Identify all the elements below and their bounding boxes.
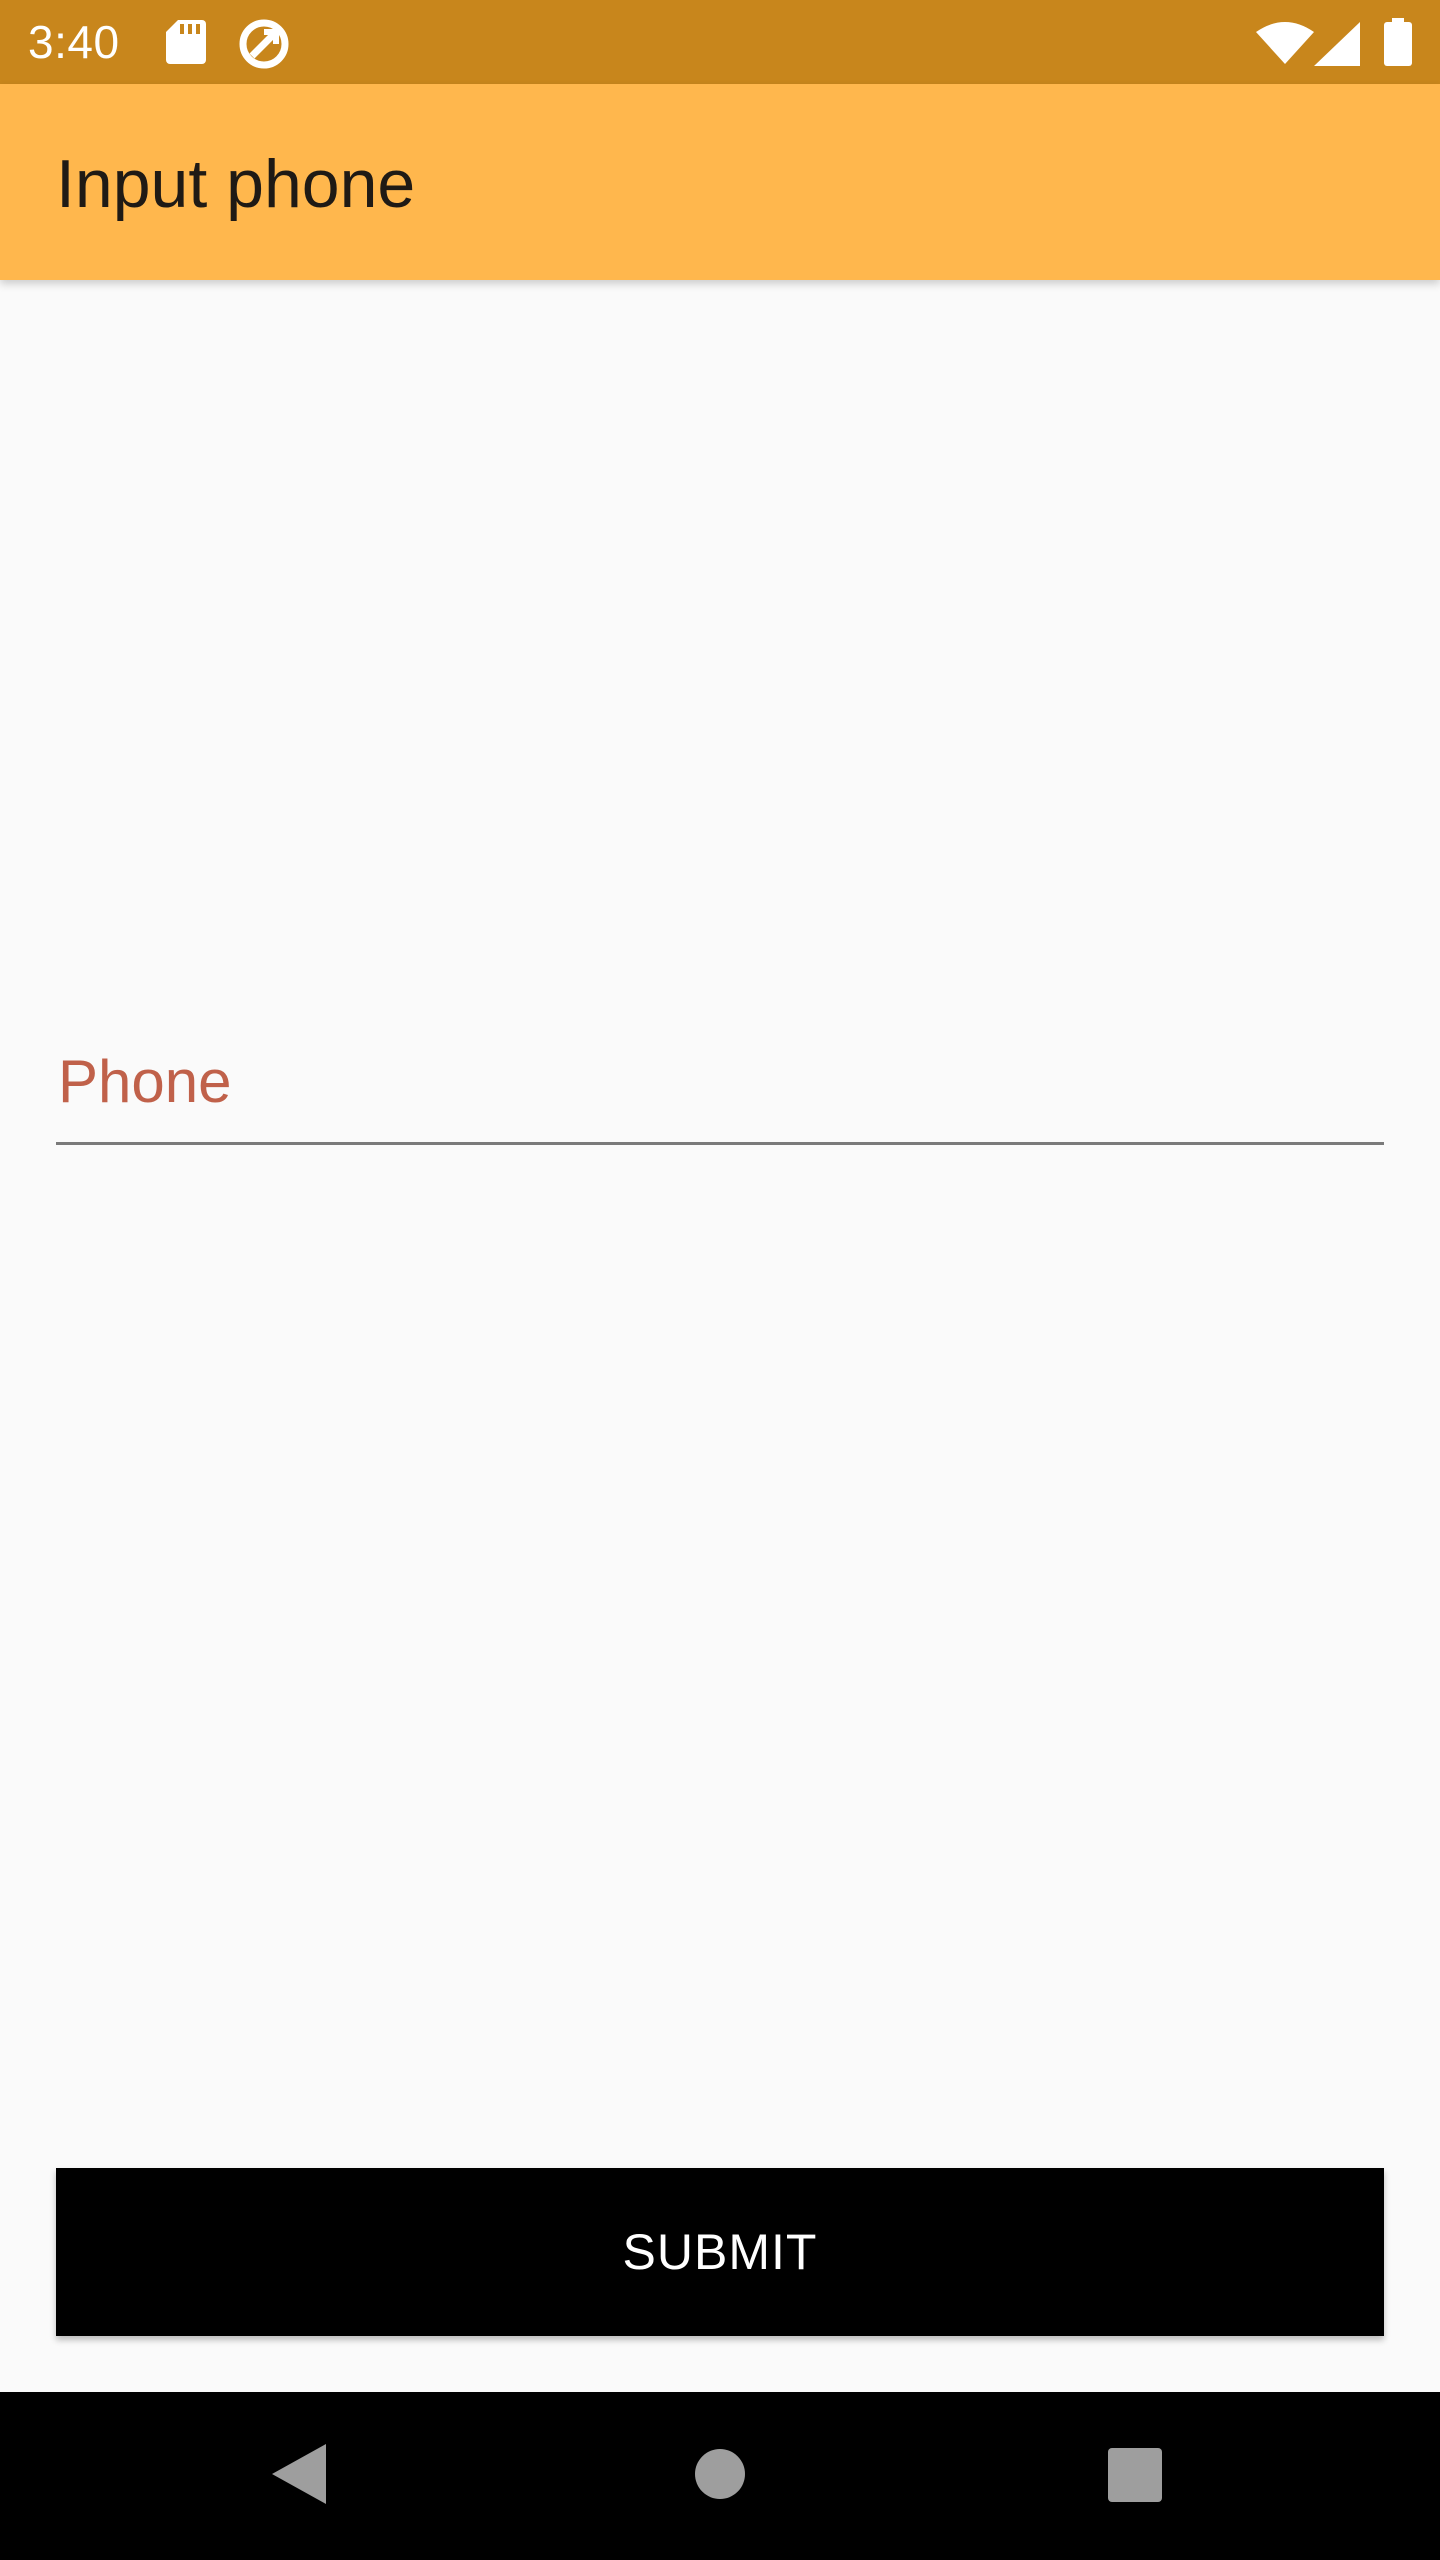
status-bar: 3:40 [0, 0, 1440, 84]
cellular-signal-icon [1314, 22, 1360, 66]
sync-app-icon [239, 19, 289, 69]
phone-field-underline [56, 1142, 1384, 1145]
page-title: Input phone [56, 146, 416, 222]
navigation-bar [0, 2392, 1440, 2560]
phone-input[interactable] [56, 1020, 1384, 1142]
home-icon[interactable] [694, 2448, 746, 2500]
phone-field[interactable] [56, 1020, 1384, 1146]
back-icon[interactable] [272, 2444, 326, 2504]
sd-card-icon [166, 20, 206, 64]
status-time: 3:40 [28, 16, 120, 68]
main-content [0, 280, 1440, 2390]
wifi-icon [1256, 22, 1314, 64]
submit-button[interactable]: SUBMIT [56, 2168, 1384, 2336]
app-bar: Input phone [0, 84, 1440, 280]
battery-icon [1384, 18, 1412, 66]
recents-icon[interactable] [1108, 2448, 1162, 2502]
